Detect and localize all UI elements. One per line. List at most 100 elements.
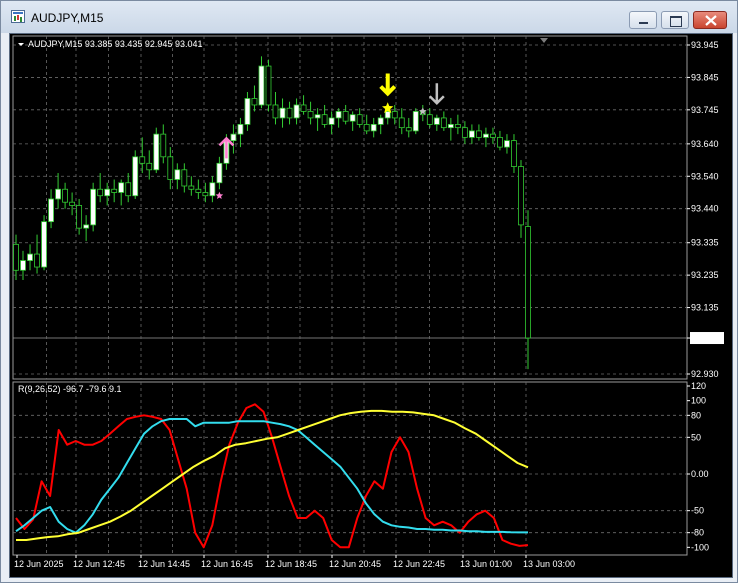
candle: [440, 111, 447, 131]
time-axis-label: 12 Jun 18:45: [265, 559, 317, 569]
chart-window: AUDJPY,M15 93.945 93.845 93.745 93.640 93.54…: [0, 0, 738, 583]
candle: [412, 108, 419, 135]
candle: [62, 182, 68, 209]
price-axis-label: 93.845: [691, 72, 719, 82]
price-axis-label: 93.945: [691, 40, 719, 50]
time-axis-label: 12 Jun 20:45: [329, 559, 381, 569]
candle: [293, 98, 300, 125]
candle: [447, 117, 454, 141]
candle: [286, 101, 293, 125]
candle: [251, 85, 258, 112]
candle: [69, 192, 76, 216]
time-axis-label: 12 Jun 12:45: [73, 559, 125, 569]
chart-menu-triangle-icon[interactable]: [18, 43, 24, 46]
candle: [167, 147, 174, 190]
minimize-button[interactable]: [629, 11, 657, 29]
candle: [497, 130, 503, 151]
candle: [370, 117, 377, 138]
maximize-button[interactable]: [661, 11, 689, 29]
candle: [328, 111, 335, 135]
candle: [405, 117, 412, 138]
candle: [237, 117, 244, 148]
candle: [97, 173, 104, 203]
candle: [504, 134, 510, 154]
candle: [195, 179, 202, 199]
candle: [76, 198, 83, 235]
candle: [363, 114, 370, 135]
chart-canvas[interactable]: 93.945 93.845 93.745 93.640 93.540 93.440 93.3…: [10, 34, 732, 577]
candle: [454, 114, 461, 135]
candle: [511, 134, 517, 174]
sell-arrow-icon: [428, 83, 445, 106]
candle: [174, 163, 181, 190]
candle: [34, 234, 40, 274]
window-title: AUDJPY,M15: [31, 11, 104, 25]
candle: [111, 179, 118, 203]
candle: [146, 150, 153, 180]
close-button[interactable]: [693, 11, 727, 29]
candle: [342, 104, 349, 125]
candle: [426, 108, 433, 128]
candle: [139, 137, 146, 174]
candle: [83, 215, 90, 242]
red-indicator-line: [15, 403, 529, 549]
candle: [258, 56, 265, 109]
candle: [314, 108, 321, 131]
price-axis-label: 93.640: [691, 139, 719, 149]
candle: [433, 114, 440, 131]
candle: [335, 108, 342, 128]
candle: [90, 182, 97, 232]
candle: [27, 244, 33, 271]
time-axis-label: 13 Jun 03:00: [523, 559, 575, 569]
candle: [272, 92, 279, 125]
candle: [20, 250, 26, 280]
indicator-axis-label: -100: [691, 542, 709, 552]
candle: [244, 92, 251, 131]
candle: [125, 173, 132, 203]
time-axis-label: 12 Jun 22:45: [393, 559, 445, 569]
candle: [209, 176, 216, 203]
price-axis-label: 93.745: [691, 105, 719, 115]
yellow-indicator-line: [16, 409, 529, 541]
price-axis-label: 93.440: [691, 204, 719, 214]
chart-area[interactable]: 93.945 93.845 93.745 93.640 93.540 93.440 93.3…: [9, 33, 733, 578]
candle: [490, 127, 496, 144]
time-axis-label: 12 Jun 16:45: [201, 559, 253, 569]
candle: [48, 189, 54, 229]
shift-marker-icon[interactable]: [540, 38, 548, 43]
candle: [307, 101, 314, 125]
candle: [153, 127, 160, 174]
indicator-axis-label: 100: [691, 396, 706, 406]
candle: [216, 156, 223, 190]
indicator-axis-label: 0.00: [691, 469, 709, 479]
sell-arrow-icon: [379, 73, 397, 97]
price-axis-label: 92.930: [691, 369, 719, 379]
candle: [160, 124, 167, 164]
candle: [13, 234, 19, 280]
candle: [398, 108, 405, 135]
candle: [132, 150, 139, 199]
indicator-axis-label: -80: [691, 528, 704, 538]
buy-arrow-icon: [218, 136, 235, 159]
price-axis-label: 93.235: [691, 270, 719, 280]
signal-star-icon: [215, 191, 224, 199]
candle: [41, 215, 47, 271]
candle: [349, 111, 356, 131]
candle: [188, 176, 195, 196]
candle: [321, 104, 328, 128]
candle: [525, 210, 531, 370]
indicator-lines: [15, 403, 529, 549]
candle: [230, 124, 237, 154]
candle: [300, 95, 307, 115]
candle: [476, 124, 482, 141]
indicator-axis-label: -50: [691, 506, 704, 516]
candle: [377, 114, 384, 135]
candle: [356, 108, 363, 128]
candle: [279, 98, 286, 128]
candle: [265, 59, 272, 112]
indicator-axis-label: 50: [691, 432, 701, 442]
candle: [118, 179, 125, 206]
title-bar[interactable]: AUDJPY,M15: [1, 1, 737, 33]
candle: [104, 182, 111, 206]
signal-markers: [215, 73, 445, 199]
